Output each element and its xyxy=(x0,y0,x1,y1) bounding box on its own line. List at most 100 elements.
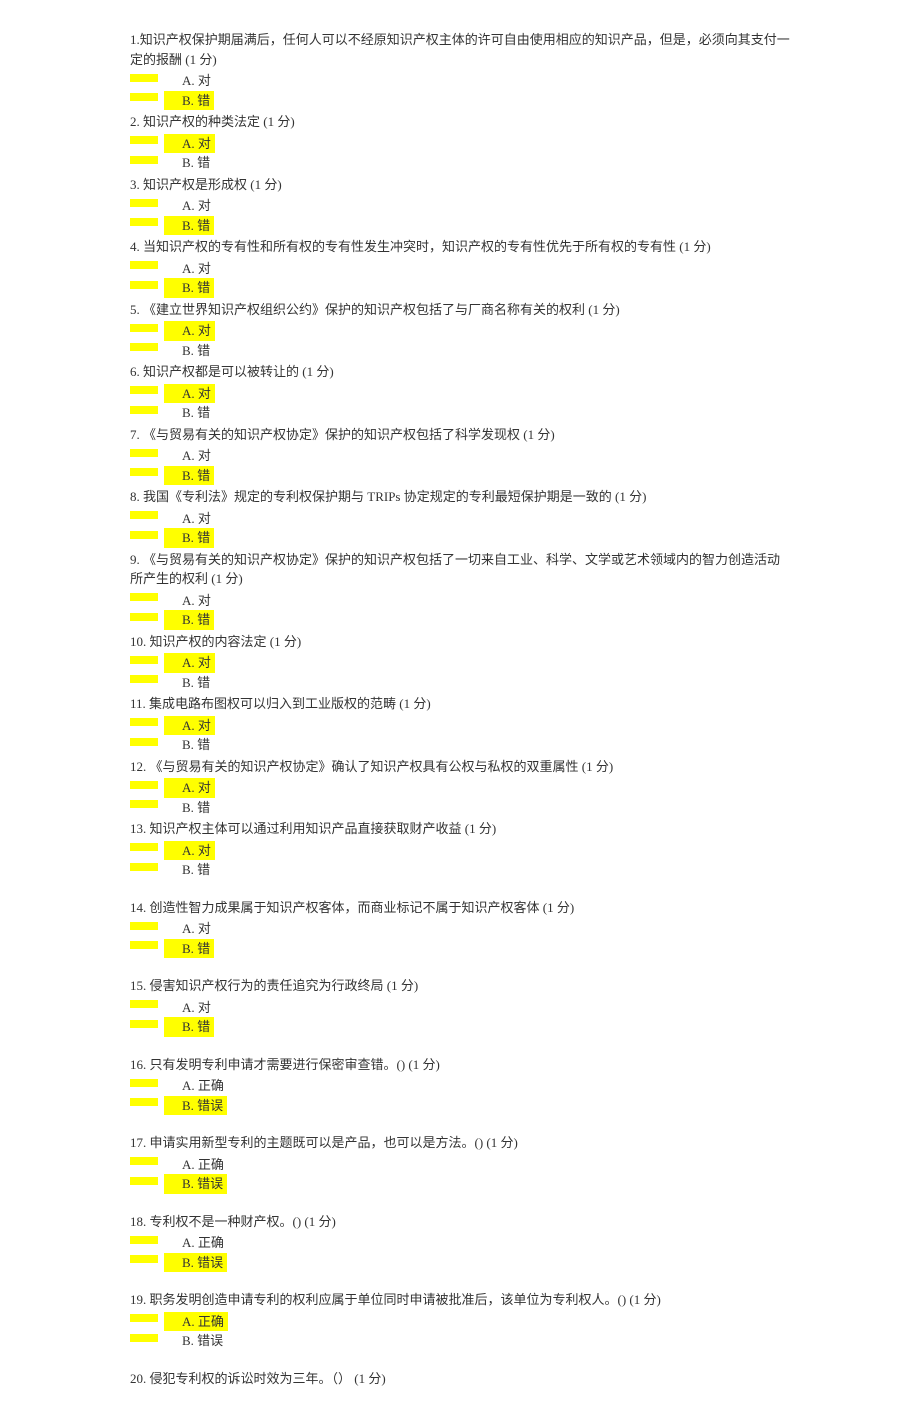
points-label: (1 分) xyxy=(612,489,647,504)
option-marker xyxy=(130,846,160,854)
option-marker xyxy=(130,284,160,292)
question-block: 1.知识产权保护期届满后，任何人可以不经原知识产权主体的许可自由使用相应的知识产… xyxy=(130,30,790,110)
option-row[interactable]: B. 错 xyxy=(130,341,790,361)
question-text: 13. 知识产权主体可以通过利用知识产品直接获取财产收益 (1 分) xyxy=(130,819,790,839)
option-text: A. 对 xyxy=(164,71,211,91)
option-row[interactable]: B. 错 xyxy=(130,735,790,755)
points-label: (1 分) xyxy=(351,1371,386,1386)
question-block: 11. 集成电路布图权可以归入到工业版权的范畴 (1 分)A. 对B. 错 xyxy=(130,694,790,755)
option-row[interactable]: B. 错 xyxy=(130,673,790,693)
option-row[interactable]: B. 错 xyxy=(130,403,790,423)
points-label: (1 分) xyxy=(676,239,711,254)
option-row[interactable]: A. 对 xyxy=(130,716,790,736)
option-row[interactable]: B. 错 xyxy=(130,860,790,880)
option-row[interactable]: B. 错 xyxy=(130,216,790,236)
option-row[interactable]: A. 对 xyxy=(130,919,790,939)
question-number: 16. xyxy=(130,1057,146,1072)
option-row[interactable]: A. 正确 xyxy=(130,1155,790,1175)
option-row[interactable]: A. 对 xyxy=(130,196,790,216)
option-text: B. 错 xyxy=(164,735,210,755)
question-number: 20. xyxy=(130,1371,146,1386)
option-text: A. 对 xyxy=(164,998,211,1018)
option-row[interactable]: B. 错误 xyxy=(130,1253,790,1273)
option-row[interactable]: A. 正确 xyxy=(130,1312,790,1332)
question-block: 19. 职务发明创造申请专利的权利应属于单位同时申请被批准后，该单位为专利权人。… xyxy=(130,1290,790,1351)
option-row[interactable]: A. 对 xyxy=(130,134,790,154)
question-number: 19. xyxy=(130,1292,146,1307)
option-marker xyxy=(130,534,160,542)
option-row[interactable]: B. 错 xyxy=(130,939,790,959)
option-row[interactable]: A. 对 xyxy=(130,998,790,1018)
question-block: 13. 知识产权主体可以通过利用知识产品直接获取财产收益 (1 分)A. 对B.… xyxy=(130,819,790,880)
option-row[interactable]: A. 正确 xyxy=(130,1233,790,1253)
option-row[interactable]: A. 对 xyxy=(130,321,790,341)
question-number: 8. xyxy=(130,489,140,504)
question-block: 14. 创造性智力成果属于知识产权客体，而商业标记不属于知识产权客体 (1 分)… xyxy=(130,898,790,959)
option-row[interactable]: B. 错 xyxy=(130,278,790,298)
question-body: 《与贸易有关的知识产权协定》确认了知识产权具有公权与私权的双重属性 xyxy=(146,759,578,774)
option-text: A. 对 xyxy=(164,653,215,673)
option-row[interactable]: A. 对 xyxy=(130,71,790,91)
option-row[interactable]: B. 错 xyxy=(130,528,790,548)
option-text: B. 错误 xyxy=(164,1253,227,1273)
option-row[interactable]: B. 错 xyxy=(130,1017,790,1037)
question-number: 9. xyxy=(130,552,140,567)
option-text: A. 正确 xyxy=(164,1312,228,1332)
option-row[interactable]: B. 错误 xyxy=(130,1331,790,1351)
option-marker xyxy=(130,596,160,604)
option-row[interactable]: A. 对 xyxy=(130,841,790,861)
option-marker xyxy=(130,346,160,354)
option-row[interactable]: B. 错 xyxy=(130,466,790,486)
question-body: 《与贸易有关的知识产权协定》保护的知识产权包括了科学发现权 xyxy=(140,427,520,442)
option-text: A. 对 xyxy=(164,446,211,466)
option-row[interactable]: B. 错 xyxy=(130,610,790,630)
question-number: 11. xyxy=(130,696,146,711)
question-block: 18. 专利权不是一种财产权。() (1 分)A. 正确B. 错误 xyxy=(130,1212,790,1273)
option-row[interactable]: A. 对 xyxy=(130,509,790,529)
option-marker xyxy=(130,514,160,522)
option-row[interactable]: B. 错 xyxy=(130,91,790,111)
option-marker xyxy=(130,409,160,417)
option-text: A. 对 xyxy=(164,384,215,404)
option-row[interactable]: B. 错 xyxy=(130,798,790,818)
option-row[interactable]: A. 对 xyxy=(130,384,790,404)
option-row[interactable]: A. 对 xyxy=(130,591,790,611)
option-row[interactable]: A. 对 xyxy=(130,259,790,279)
option-marker xyxy=(130,1180,160,1188)
option-marker xyxy=(130,327,160,335)
option-text: A. 对 xyxy=(164,321,215,341)
option-text: A. 对 xyxy=(164,778,215,798)
question-body: 知识产权主体可以通过利用知识产品直接获取财产收益 xyxy=(146,821,461,836)
option-text: A. 对 xyxy=(164,196,211,216)
question-body: 侵害知识产权行为的责任追究为行政终局 xyxy=(146,978,383,993)
points-label: (1 分) xyxy=(585,302,620,317)
points-label: (1 分) xyxy=(182,52,217,67)
option-marker xyxy=(130,221,160,229)
points-label: (1 分) xyxy=(301,1214,336,1229)
points-label: (1 分) xyxy=(520,427,555,442)
option-row[interactable]: A. 对 xyxy=(130,653,790,673)
question-number: 4. xyxy=(130,239,140,254)
option-row[interactable]: A. 对 xyxy=(130,778,790,798)
points-label: (1 分) xyxy=(260,114,295,129)
points-label: (1 分) xyxy=(483,1135,518,1150)
option-text: A. 正确 xyxy=(164,1155,224,1175)
option-text: B. 错 xyxy=(164,153,210,173)
option-text: B. 错 xyxy=(164,798,210,818)
option-row[interactable]: B. 错误 xyxy=(130,1096,790,1116)
option-row[interactable]: A. 对 xyxy=(130,446,790,466)
question-text: 18. 专利权不是一种财产权。() (1 分) xyxy=(130,1212,790,1232)
option-row[interactable]: B. 错 xyxy=(130,153,790,173)
question-block: 12. 《与贸易有关的知识产权协定》确认了知识产权具有公权与私权的双重属性 (1… xyxy=(130,757,790,818)
question-number: 14. xyxy=(130,900,146,915)
option-row[interactable]: A. 正确 xyxy=(130,1076,790,1096)
option-row[interactable]: B. 错误 xyxy=(130,1174,790,1194)
points-label: (1 分) xyxy=(208,571,243,586)
option-text: B. 错误 xyxy=(164,1174,227,1194)
question-number: 12. xyxy=(130,759,146,774)
question-text: 14. 创造性智力成果属于知识产权客体，而商业标记不属于知识产权客体 (1 分) xyxy=(130,898,790,918)
question-text: 2. 知识产权的种类法定 (1 分) xyxy=(130,112,790,132)
option-text: A. 对 xyxy=(164,509,211,529)
option-text: B. 错 xyxy=(164,610,214,630)
question-text: 3. 知识产权是形成权 (1 分) xyxy=(130,175,790,195)
